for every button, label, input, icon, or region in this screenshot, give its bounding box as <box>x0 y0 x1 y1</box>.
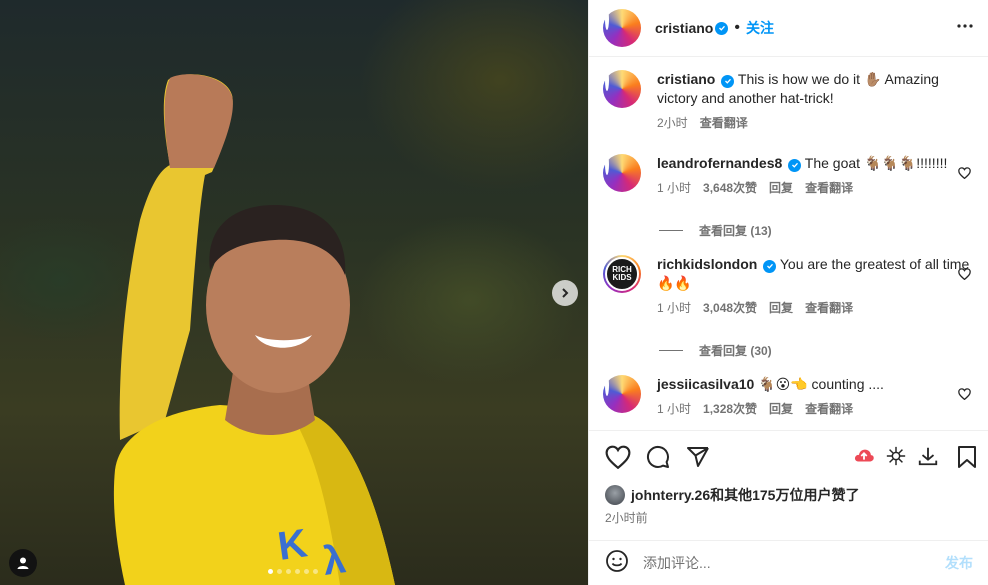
view-replies-label: 查看回复 (13) <box>699 224 772 238</box>
caption-username[interactable]: cristiano <box>657 71 715 87</box>
share-button[interactable] <box>686 445 710 474</box>
comment-time: 1 小时 <box>657 402 692 416</box>
comment-likes[interactable]: 1,328次赞 <box>703 400 757 419</box>
translate-link[interactable]: 查看翻译 <box>805 179 853 198</box>
comment-avatar[interactable] <box>603 154 641 192</box>
carousel-dot <box>286 569 291 574</box>
comment-avatar[interactable]: RICH KIDS <box>603 255 641 293</box>
comment-input[interactable] <box>643 555 945 571</box>
comment-time: 1 小时 <box>657 181 692 195</box>
boost-icon <box>854 449 874 462</box>
more-icon <box>957 24 973 28</box>
liker-avatar <box>605 485 625 505</box>
comment-button[interactable] <box>646 445 670 474</box>
more-options-button[interactable] <box>956 16 974 41</box>
view-replies-button[interactable]: 查看回复 (30) <box>659 342 772 359</box>
translate-link[interactable]: 查看翻译 <box>805 299 853 318</box>
carousel-dots <box>268 569 318 574</box>
action-bar <box>589 430 988 485</box>
reply-button[interactable]: 回复 <box>769 179 793 198</box>
post-media[interactable]: K λ <box>0 0 588 585</box>
comment-text: The goat 🐐🐐🐐!!!!!!!! <box>804 155 948 171</box>
download-icon <box>918 447 938 466</box>
view-replies-button[interactable]: 查看回复 (13) <box>659 222 772 239</box>
comment-username[interactable]: richkidslondon <box>657 256 757 272</box>
translate-link[interactable]: 查看翻译 <box>805 400 853 419</box>
emoji-button[interactable] <box>605 549 629 578</box>
author-username[interactable]: cristiano <box>655 20 713 36</box>
tagged-users-button[interactable] <box>9 549 37 577</box>
next-arrow-icon <box>562 288 569 298</box>
next-slide-button[interactable] <box>552 280 578 306</box>
caption: cristiano This is how we do it ✋🏽 Amazin… <box>603 70 975 133</box>
caption-time: 2小时 <box>657 116 688 130</box>
emoji-icon <box>606 549 628 572</box>
comment-like-button[interactable] <box>958 166 971 184</box>
threads-icon <box>886 446 906 466</box>
carousel-dot <box>304 569 309 574</box>
bookmark-icon <box>958 446 976 468</box>
reply-button[interactable]: 回复 <box>769 400 793 419</box>
caption-avatar[interactable] <box>603 70 641 108</box>
heart-icon <box>958 268 971 281</box>
liked-by[interactable]: johnterry.26和其他175万位用户赞了 <box>605 485 859 505</box>
post-comment-button[interactable]: 发布 <box>945 553 973 573</box>
heart-icon <box>605 445 631 470</box>
follow-button[interactable]: 关注 <box>746 18 774 38</box>
comment-item: leandrofernandes8 The goat 🐐🐐🐐!!!!!!!! 1… <box>603 154 975 198</box>
comment-text: 🐐😮👈 counting .... <box>758 376 884 392</box>
author-avatar[interactable] <box>603 9 641 47</box>
like-button[interactable] <box>605 445 631 474</box>
carousel-dot <box>277 569 282 574</box>
comment-item: RICH KIDS richkidslondon You are the gre… <box>603 255 975 318</box>
carousel-dot <box>295 569 300 574</box>
carousel-dot <box>268 569 273 574</box>
comment-like-button[interactable] <box>958 267 971 285</box>
comment-username[interactable]: leandrofernandes8 <box>657 155 782 171</box>
post-timestamp: 2小时前 <box>605 511 648 525</box>
heart-icon <box>958 167 971 180</box>
verified-icon <box>715 21 729 35</box>
comment-item: jessiicasilva10 🐐😮👈 counting .... 1 小时 1… <box>603 375 975 419</box>
verified-icon <box>763 259 777 273</box>
liked-by-text[interactable]: johnterry.26和其他175万位用户赞了 <box>631 485 859 505</box>
post-panel: cristiano • 关注 cristiano This is how we … <box>588 0 988 585</box>
add-comment-bar: 发布 <box>589 540 988 585</box>
comment-icon <box>646 445 669 468</box>
comment-like-button[interactable] <box>958 387 971 405</box>
user-tag-icon <box>17 557 29 569</box>
comment-username[interactable]: jessiicasilva10 <box>657 376 754 392</box>
comments-list[interactable]: cristiano This is how we do it ✋🏽 Amazin… <box>589 58 988 430</box>
post-photo: K λ <box>113 74 395 585</box>
bookmark-button[interactable] <box>956 445 978 474</box>
threads-button[interactable] <box>885 445 907 472</box>
reply-button[interactable]: 回复 <box>769 299 793 318</box>
verified-icon <box>788 158 802 172</box>
post-header: cristiano • 关注 <box>589 0 988 57</box>
boost-button[interactable] <box>853 445 875 472</box>
view-replies-label: 查看回复 (30) <box>699 344 772 358</box>
comment-likes[interactable]: 3,048次赞 <box>703 299 757 318</box>
separator: • <box>734 19 740 36</box>
comment-time: 1 小时 <box>657 301 692 315</box>
caption-translate-link[interactable]: 查看翻译 <box>700 114 748 133</box>
download-button[interactable] <box>917 445 939 472</box>
carousel-dot <box>313 569 318 574</box>
share-icon <box>687 447 709 467</box>
heart-icon <box>958 388 971 401</box>
verified-icon <box>721 74 735 88</box>
comment-likes[interactable]: 3,648次赞 <box>703 179 757 198</box>
comment-avatar[interactable] <box>603 375 641 413</box>
